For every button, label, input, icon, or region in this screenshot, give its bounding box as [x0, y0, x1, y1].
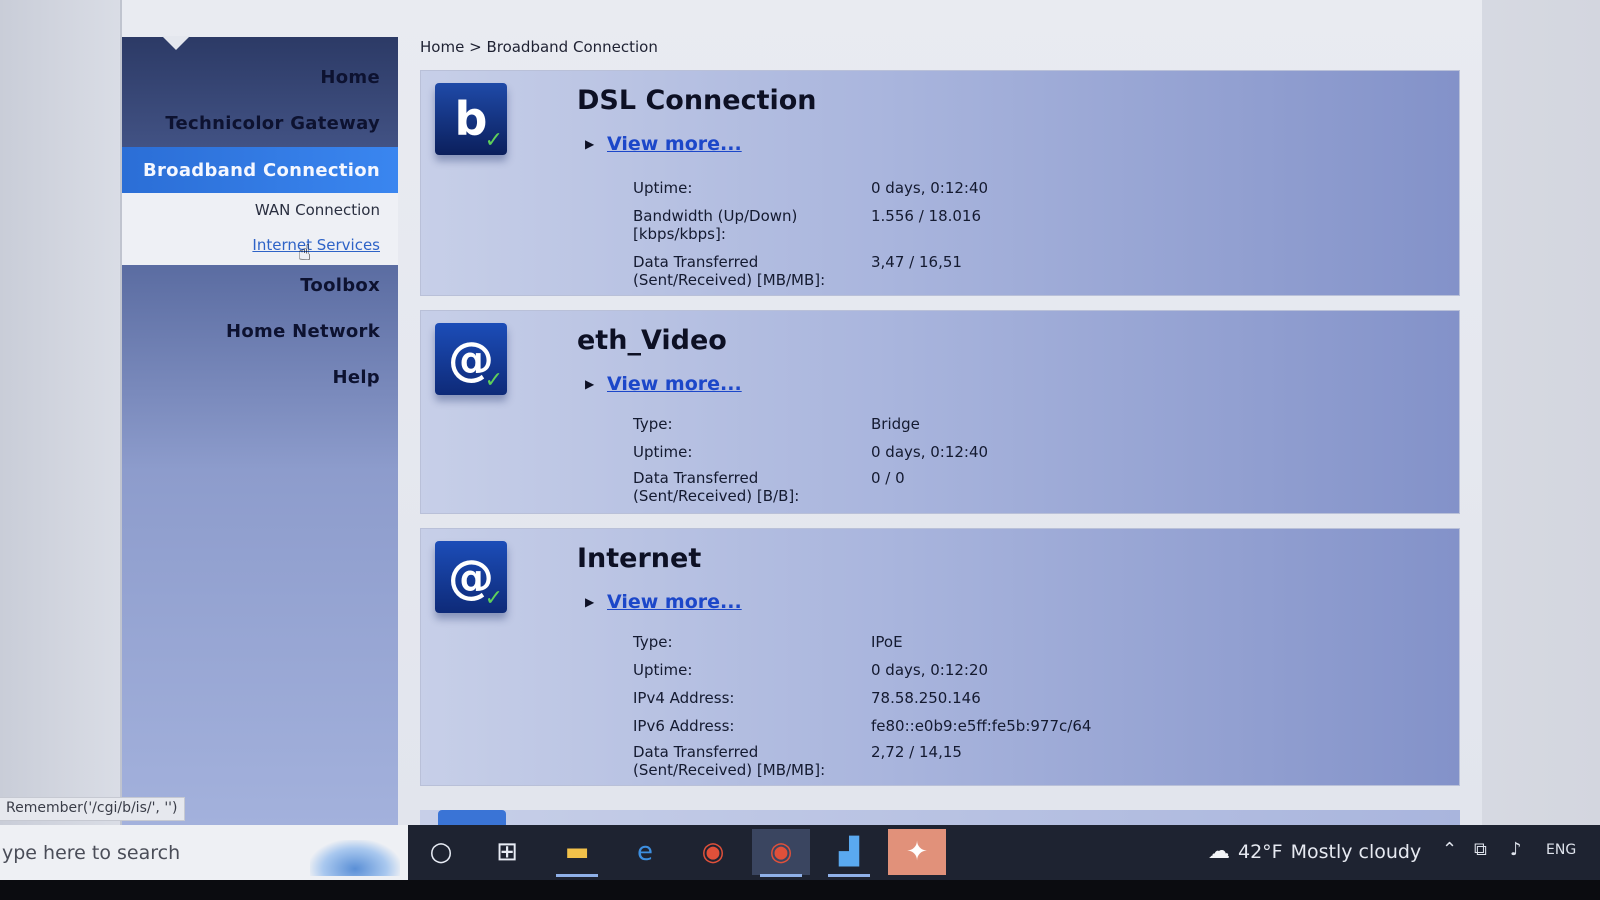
task-view-icon[interactable]: ⊞: [478, 829, 536, 875]
taskbar-search-box[interactable]: ype here to search: [0, 825, 408, 880]
breadcrumb-separator: >: [469, 38, 482, 56]
uptime-label: Uptime:: [633, 443, 693, 461]
browser-status-text: Remember('/cgi/b/is/', ''): [0, 797, 185, 821]
chrome-profile-icon[interactable]: ◉: [752, 829, 810, 877]
type-label: Type:: [633, 633, 673, 651]
uptime-value: 0 days, 0:12:40: [871, 443, 989, 461]
internet-explorer-icon[interactable]: e: [616, 829, 674, 875]
uptime-value: 0 days, 0:12:20: [871, 661, 989, 679]
breadcrumb: Home > Broadband Connection: [420, 38, 658, 56]
cortana-circle-icon[interactable]: ○: [412, 829, 470, 875]
nav-home-network[interactable]: Home Network: [226, 321, 380, 342]
card-icon-peek: [438, 810, 506, 825]
bandwidth-value: 1.556 / 18.016: [871, 207, 982, 225]
nav-technicolor-gateway[interactable]: Technicolor Gateway: [165, 113, 380, 134]
type-label: Type:: [633, 415, 673, 433]
chevron-up-icon[interactable]: ⌃: [1442, 839, 1457, 860]
data-transferred-label-line1: Data Transferred: [633, 253, 759, 271]
search-placeholder: ype here to search: [2, 841, 181, 864]
check-icon: ✓: [484, 586, 503, 611]
card-title: DSL Connection: [577, 85, 817, 116]
taskbar: ype here to search ○ ⊞ ▬ e ◉ ◉ ▟ ✦ ☁ 42°…: [0, 825, 1600, 880]
view-more-link[interactable]: View more...: [607, 133, 742, 155]
weather-temperature: 42°F: [1238, 840, 1283, 863]
hand-cursor-icon: ☝: [298, 241, 312, 266]
data-transferred-label: Data Transferred (Sent/Received) [B/B]:: [633, 469, 799, 505]
language-indicator[interactable]: ENG: [1546, 842, 1576, 858]
next-card-peek: [420, 810, 1460, 825]
ipv6-value: fe80::e0b9:e5ff:fe5b:977c/64: [871, 717, 1092, 735]
check-icon: ✓: [484, 368, 503, 393]
data-transferred-value: 3,47 / 16,51: [871, 253, 962, 271]
subnav-wan-connection[interactable]: WAN Connection: [255, 201, 380, 219]
sidebar: Home Technicolor Gateway Broadband Conne…: [122, 36, 398, 825]
at-sign-icon: @ ✓: [435, 541, 507, 613]
chart-app-icon[interactable]: ▟: [820, 829, 878, 877]
data-transferred-value: 0 / 0: [871, 469, 905, 487]
data-transferred-label-line1: Data Transferred: [633, 469, 759, 487]
data-transferred-label-line1: Data Transferred: [633, 743, 759, 761]
weather-widget[interactable]: ☁ 42°F Mostly cloudy: [1208, 839, 1421, 864]
running-app-icon[interactable]: ✦: [888, 829, 946, 875]
data-transferred-label-line2: (Sent/Received) [MB/MB]:: [633, 761, 826, 779]
sidebar-notch: [162, 36, 190, 50]
data-transferred-label: Data Transferred (Sent/Received) [MB/MB]…: [633, 253, 825, 289]
data-transferred-label-line2: (Sent/Received) [B/B]:: [633, 487, 800, 505]
bandwidth-label-line1: Bandwidth (Up/Down): [633, 207, 798, 225]
nav-toolbox[interactable]: Toolbox: [300, 275, 380, 296]
type-value: Bridge: [871, 415, 920, 433]
triangle-right-icon: ▶: [585, 377, 595, 391]
data-transferred-label: Data Transferred (Sent/Received) [MB/MB]…: [633, 743, 825, 779]
bandwidth-label: Bandwidth (Up/Down) [kbps/kbps]:: [633, 207, 797, 243]
chrome-icon[interactable]: ◉: [684, 829, 742, 875]
cloud-icon: ☁: [1208, 839, 1230, 864]
screen-bezel: [0, 880, 1600, 900]
at-sign-icon: @ ✓: [435, 323, 507, 395]
view-more-link[interactable]: View more...: [607, 591, 742, 613]
breadcrumb-current: Broadband Connection: [486, 38, 658, 56]
subnav-internet-services[interactable]: Internet Services: [252, 236, 380, 254]
bandwidth-label-line2: [kbps/kbps]:: [633, 225, 726, 243]
uptime-label: Uptime:: [633, 661, 693, 679]
card-title: Internet: [577, 543, 702, 574]
nav-broadband-connection[interactable]: Broadband Connection: [122, 147, 398, 193]
view-more-link[interactable]: View more...: [607, 373, 742, 395]
search-highlight-decoration: [310, 840, 400, 876]
internet-card: @ ✓ Internet ▶ View more... Type: IPoE U…: [420, 528, 1460, 786]
broadband-b-icon: b ✓: [435, 83, 507, 155]
file-explorer-icon[interactable]: ▬: [548, 829, 606, 877]
dsl-connection-card: b ✓ DSL Connection ▶ View more... Uptime…: [420, 70, 1460, 296]
icon-letter: b: [454, 92, 488, 146]
type-value: IPoE: [871, 633, 903, 651]
uptime-label: Uptime:: [633, 179, 693, 197]
subnav: WAN Connection Internet Services ☝: [122, 193, 398, 266]
eth-video-card: @ ✓ eth_Video ▶ View more... Type: Bridg…: [420, 310, 1460, 514]
weather-description: Mostly cloudy: [1290, 840, 1422, 863]
volume-icon[interactable]: ♪: [1510, 839, 1522, 860]
ipv6-label: IPv6 Address:: [633, 717, 735, 735]
triangle-right-icon: ▶: [585, 595, 595, 609]
nav-home[interactable]: Home: [320, 67, 380, 88]
breadcrumb-home[interactable]: Home: [420, 38, 464, 56]
data-transferred-value: 2,72 / 14,15: [871, 743, 962, 761]
ipv4-label: IPv4 Address:: [633, 689, 735, 707]
data-transferred-label-line2: (Sent/Received) [MB/MB]:: [633, 271, 826, 289]
card-title: eth_Video: [577, 325, 727, 356]
uptime-value: 0 days, 0:12:40: [871, 179, 989, 197]
check-icon: ✓: [484, 128, 503, 153]
network-icon[interactable]: ⧉: [1474, 839, 1487, 860]
triangle-right-icon: ▶: [585, 137, 595, 151]
ipv4-value: 78.58.250.146: [871, 689, 981, 707]
nav-help[interactable]: Help: [332, 367, 380, 388]
